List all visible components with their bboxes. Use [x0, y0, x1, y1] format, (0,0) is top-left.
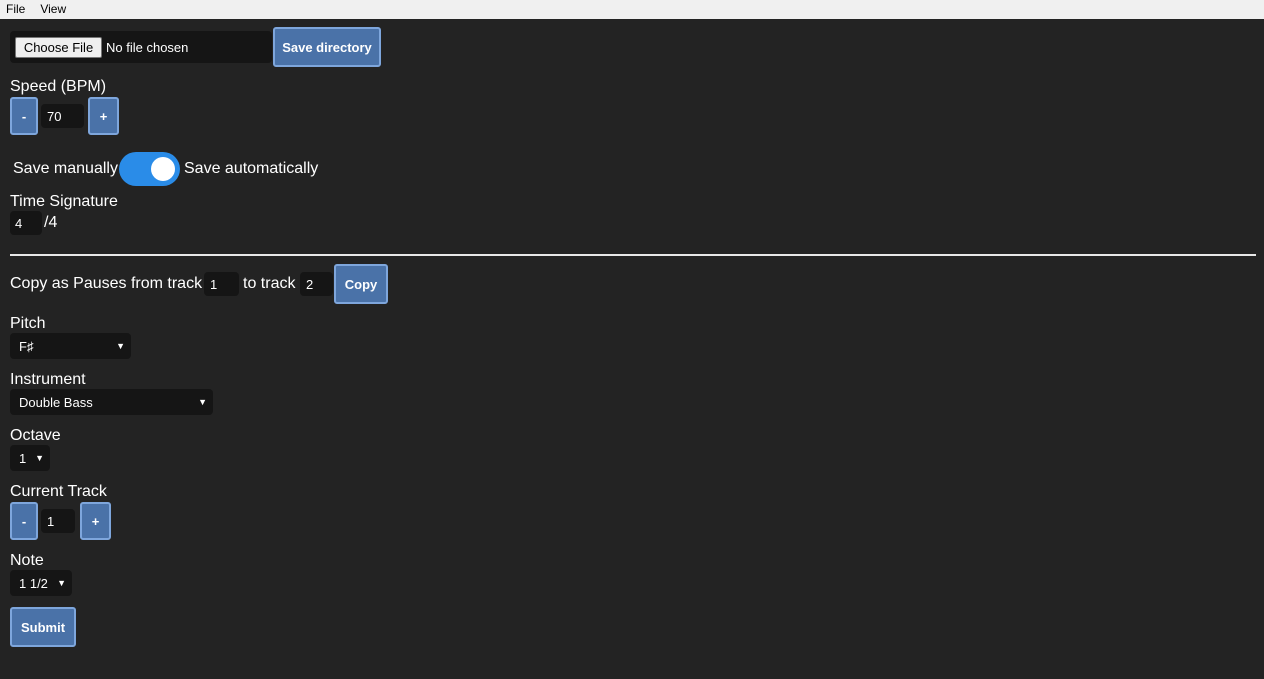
save-mode-toggle[interactable] [119, 152, 180, 186]
save-directory-button[interactable]: Save directory [273, 27, 381, 67]
pitch-label: Pitch [10, 315, 46, 332]
copy-from-label: Copy as Pauses from track [10, 275, 203, 292]
chevron-down-icon: ▼ [35, 453, 44, 463]
copy-button[interactable]: Copy [334, 264, 388, 304]
track-input[interactable]: 1 [41, 509, 75, 533]
chevron-down-icon: ▼ [198, 397, 207, 407]
octave-label: Octave [10, 427, 61, 444]
current-track-label: Current Track [10, 483, 107, 500]
menu-file[interactable]: File [0, 0, 31, 19]
menu-bar: File View [0, 0, 1264, 19]
speed-increase-button[interactable]: + [88, 97, 119, 135]
speed-input[interactable]: 70 [41, 104, 84, 128]
octave-select[interactable]: 1 ▼ [10, 445, 50, 471]
time-signature-input[interactable]: 4 [10, 211, 42, 235]
section-divider [10, 254, 1256, 256]
time-signature-denominator: /4 [44, 214, 58, 231]
instrument-select[interactable]: Double Bass ▼ [10, 389, 213, 415]
pitch-select[interactable]: F♯ ▼ [10, 333, 131, 359]
save-automatically-label: Save automatically [184, 160, 319, 177]
pitch-value: F♯ [19, 338, 34, 354]
choose-file-button[interactable]: Choose File [15, 36, 102, 58]
track-increase-button[interactable]: + [80, 502, 111, 540]
note-select[interactable]: 1 1/2 ▼ [10, 570, 72, 596]
menu-view[interactable]: View [31, 0, 72, 19]
toggle-knob [151, 157, 175, 181]
speed-label: Speed (BPM) [10, 78, 107, 95]
copy-to-label: to track [243, 275, 296, 292]
file-status: No file chosen [106, 39, 189, 55]
track-decrease-button[interactable]: - [10, 502, 38, 540]
note-value: 1 1/2 [19, 575, 48, 591]
save-manually-label: Save manually [13, 160, 118, 177]
chevron-down-icon: ▼ [57, 578, 66, 588]
instrument-value: Double Bass [19, 394, 93, 410]
chevron-down-icon: ▼ [116, 341, 125, 351]
file-input[interactable]: Choose File No file chosen [10, 31, 272, 63]
copy-to-track-input[interactable]: 2 [300, 272, 333, 296]
instrument-label: Instrument [10, 371, 86, 388]
note-label: Note [10, 552, 44, 569]
speed-decrease-button[interactable]: - [10, 97, 38, 135]
copy-from-track-input[interactable]: 1 [204, 272, 239, 296]
submit-button[interactable]: Submit [10, 607, 76, 647]
octave-value: 1 [19, 450, 27, 466]
time-signature-label: Time Signature [10, 193, 118, 210]
